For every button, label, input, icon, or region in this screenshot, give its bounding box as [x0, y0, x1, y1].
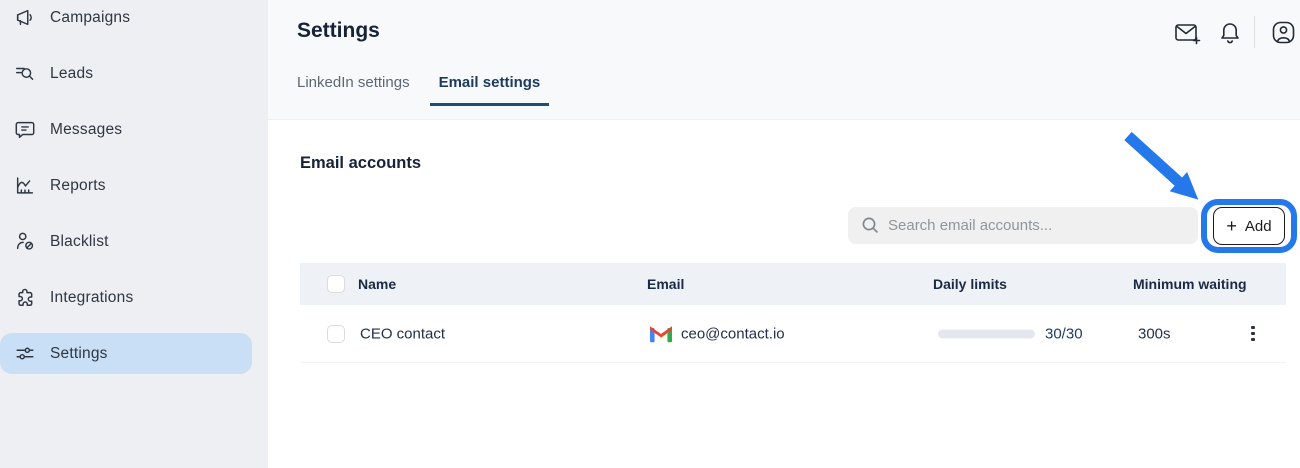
sidebar: Campaigns Leads	[0, 0, 268, 468]
column-header-email: Email	[647, 276, 684, 292]
daily-limit-value: 30/30	[1045, 325, 1083, 342]
column-header-name: Name	[358, 276, 396, 292]
leads-search-icon	[13, 62, 36, 85]
table-header-row: Name Email Daily limits Minimum waiting	[300, 263, 1286, 305]
plus-icon: +	[1226, 217, 1237, 235]
section-title: Email accounts	[300, 154, 421, 173]
column-header-minimum-waiting: Minimum waiting	[1133, 276, 1247, 292]
sidebar-item-settings[interactable]: Settings	[0, 333, 252, 374]
puzzle-icon	[13, 286, 36, 309]
new-message-icon[interactable]	[1173, 20, 1201, 52]
row-actions-kebab-icon[interactable]	[1244, 322, 1262, 346]
main-area: Settings LinkedIn settings Email setting…	[268, 0, 1300, 468]
minimum-waiting-value: 300s	[1138, 325, 1171, 342]
sidebar-item-label: Reports	[50, 177, 106, 195]
account-name: CEO contact	[360, 325, 445, 342]
account-email: ceo@contact.io	[681, 325, 785, 342]
select-all-checkbox[interactable]	[327, 275, 345, 293]
header-divider	[1254, 16, 1255, 48]
app-window: Campaigns Leads	[0, 0, 1300, 468]
page-title: Settings	[297, 19, 380, 43]
topbar: Settings LinkedIn settings Email setting…	[268, 0, 1300, 120]
notifications-bell-icon[interactable]	[1218, 19, 1242, 51]
message-bubble-icon	[13, 118, 36, 141]
tab-email-settings[interactable]: Email settings	[430, 74, 550, 106]
blocked-user-icon	[13, 230, 36, 253]
sidebar-item-integrations[interactable]: Integrations	[0, 277, 252, 318]
sidebar-item-blacklist[interactable]: Blacklist	[0, 221, 252, 262]
email-accounts-table: Name Email Daily limits Minimum waiting …	[300, 263, 1286, 363]
table-row: CEO contact ceo@contact.io 30/30	[300, 305, 1286, 363]
search-input[interactable]	[888, 207, 1188, 244]
add-button-label: Add	[1245, 218, 1272, 235]
column-header-daily-limits: Daily limits	[933, 276, 1007, 292]
sidebar-item-leads[interactable]: Leads	[0, 53, 252, 94]
search-icon	[861, 216, 880, 240]
sidebar-item-label: Campaigns	[50, 9, 130, 27]
search-box	[848, 207, 1198, 244]
add-button[interactable]: + Add	[1213, 207, 1285, 245]
sidebar-item-reports[interactable]: Reports	[0, 165, 252, 206]
sidebar-item-campaigns[interactable]: Campaigns	[0, 0, 252, 38]
daily-limit-progress	[938, 329, 1035, 338]
gmail-icon	[650, 325, 672, 342]
sidebar-item-label: Integrations	[50, 289, 133, 307]
sidebar-item-messages[interactable]: Messages	[0, 109, 252, 150]
chart-report-icon	[13, 174, 36, 197]
tab-linkedin-settings[interactable]: LinkedIn settings	[288, 74, 419, 106]
email-settings-panel: Email accounts + Add	[268, 120, 1300, 468]
sidebar-item-label: Settings	[50, 345, 108, 363]
sidebar-nav: Campaigns Leads	[0, 0, 268, 389]
sliders-icon	[13, 342, 36, 365]
account-avatar-icon[interactable]	[1271, 20, 1296, 50]
sidebar-item-label: Leads	[50, 65, 93, 83]
sidebar-item-label: Messages	[50, 121, 122, 139]
sidebar-item-label: Blacklist	[50, 233, 109, 251]
tutorial-arrow	[1110, 125, 1220, 210]
megaphone-icon	[13, 6, 36, 29]
settings-tabs: LinkedIn settings Email settings	[288, 74, 549, 106]
row-checkbox[interactable]	[327, 325, 345, 343]
